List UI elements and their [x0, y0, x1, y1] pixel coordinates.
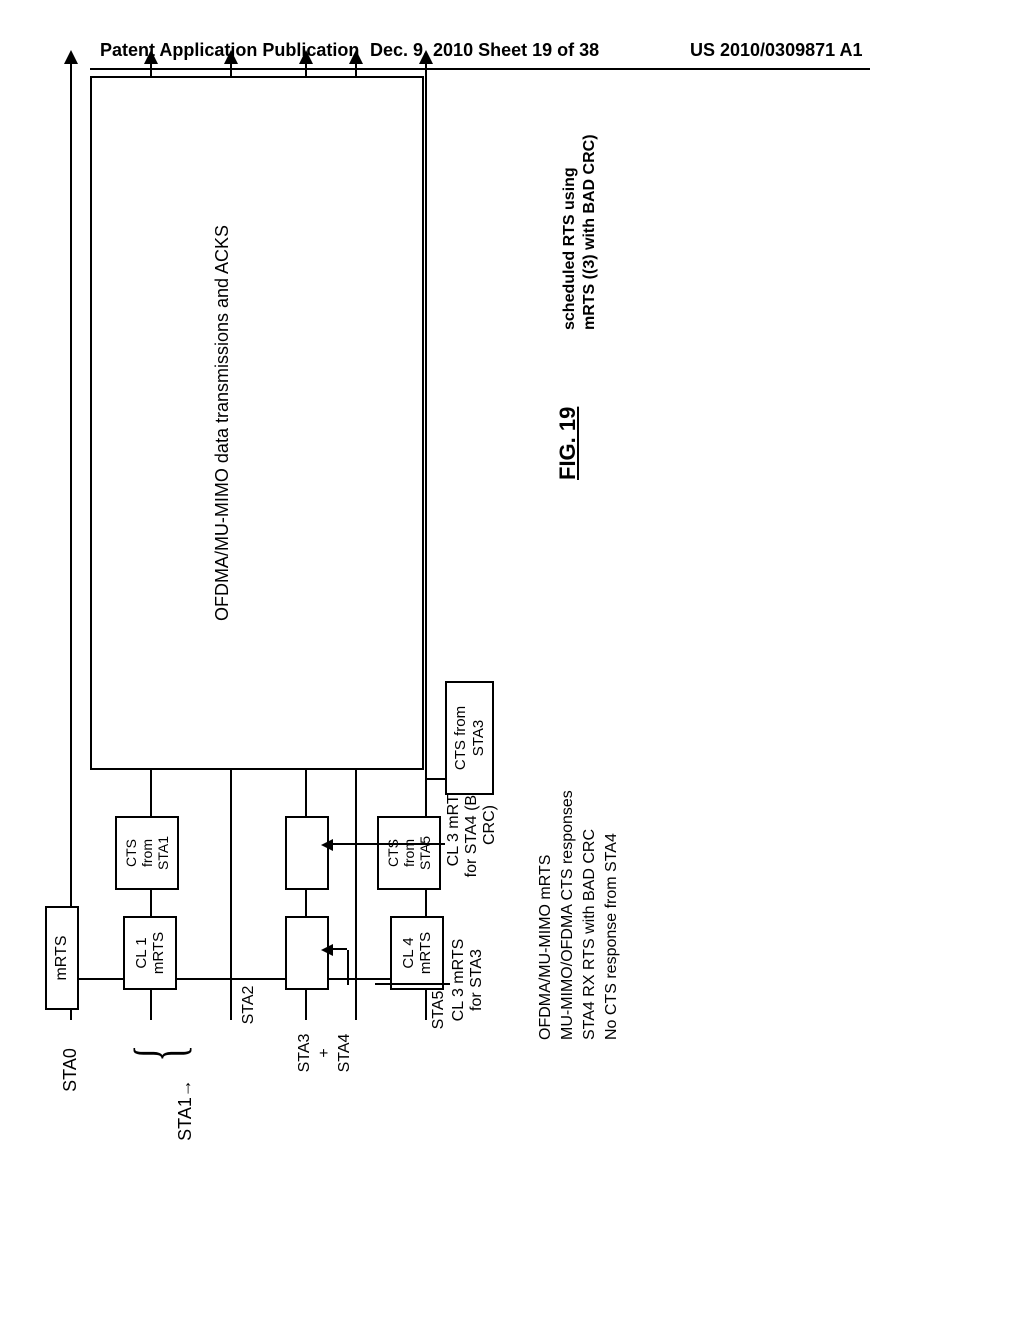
conn-cts3 [425, 778, 445, 780]
box-cl1: CL 1 mRTS [123, 916, 177, 990]
box-cts1: CTS from STA1 [115, 816, 179, 890]
arrow-sta4-tip [321, 839, 333, 851]
row-label-sta2: STA2 [240, 975, 258, 1035]
right-caption: scheduled RTS using mRTS ((3) with BAD C… [560, 40, 600, 330]
brace-sta12: { [120, 1045, 200, 1062]
conn-a1 [375, 983, 450, 985]
box-cts3: CTS from STA3 [445, 681, 494, 795]
box-cts5: CTS from STA5 [377, 816, 441, 890]
vline-cl1-sta3 [175, 978, 285, 980]
box-cl4: CL 4 mRTS [390, 916, 444, 990]
annot-cl3-sta3: CL 3 mRTS for STA3 [450, 915, 486, 1045]
arrow-sta3-tip [321, 944, 333, 956]
big-box-text: OFDMA/MU-MIMO data transmissions and ACK… [212, 225, 233, 621]
timing-diagram: STA0 STA1→ { STA2 STA3 + STA4 STA5 mRTS … [15, 300, 965, 1010]
arrow-sta3-h [347, 950, 349, 985]
box-big-data: OFDMA/MU-MIMO data transmissions and ACK… [90, 76, 424, 770]
vline-sta3-cl4 [327, 978, 390, 980]
header-divider [90, 68, 870, 70]
figure-label: FIG. 19 [555, 407, 581, 480]
row-label-sta34: STA3 + STA4 [295, 1018, 355, 1088]
box-mrts: mRTS [45, 906, 79, 1010]
vline-mrts-cl1 [77, 978, 123, 980]
row-label-sta0: STA0 [60, 1035, 81, 1105]
row-line-sta0 [70, 60, 72, 1020]
box-sta3-small2 [285, 816, 329, 890]
header-right: US 2010/0309871 A1 [690, 40, 862, 61]
notes-block: OFDMA/MU-MIMO mRTS MU-MIMO/OFDMA CTS res… [535, 680, 623, 1040]
conn-a2 [347, 843, 445, 845]
row-label-sta1: STA1→ [175, 1065, 196, 1155]
